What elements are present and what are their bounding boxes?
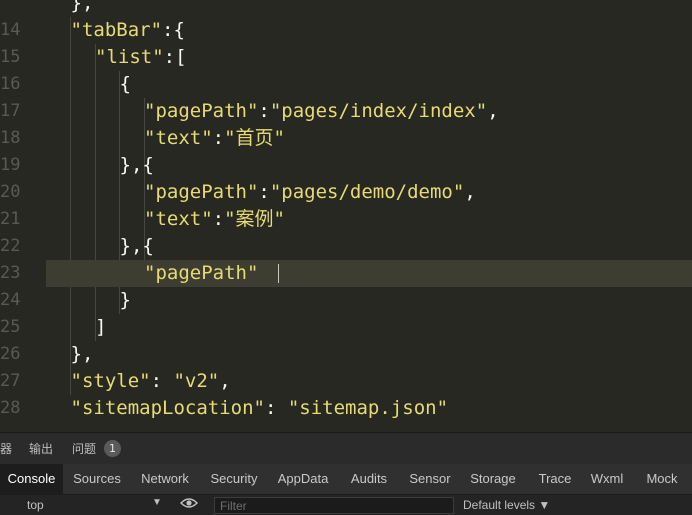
line-number: 26 (0, 344, 20, 364)
string-token: "sitemapLocation" (70, 397, 265, 419)
code-line[interactable]: "pagePath":"pages/demo/demo", (46, 179, 692, 206)
code-line[interactable]: }, (46, 341, 692, 368)
text-cursor (278, 264, 279, 283)
code-line[interactable]: },{ (46, 233, 692, 260)
string-token: "pagePath" (144, 181, 259, 203)
tab-output[interactable]: 输出 (29, 440, 53, 457)
string-token: "pagePath" (144, 100, 259, 122)
string-token: "案例" (224, 208, 285, 230)
string-token: "pages/index/index" (269, 100, 488, 122)
line-number: 25 (0, 317, 20, 337)
code-line[interactable]: "sitemapLocation": "sitemap.json" (46, 395, 692, 422)
line-number: 19 (0, 155, 20, 175)
tab-audits[interactable]: Audits (344, 464, 394, 494)
panel-tab-bar: 器 输出 问题 1 (0, 432, 692, 465)
code-editor[interactable]: 14 15 16 17 18 19 20 21 22 23 24 25 26 27 28}, "tabBar"… (0, 0, 692, 432)
tab-console[interactable]: Console (0, 464, 63, 494)
tab-mock[interactable]: Mock (637, 464, 687, 494)
string-token: "v2" (173, 370, 220, 392)
string-token: "pagePath" (144, 262, 259, 284)
line-number: 17 (0, 101, 20, 121)
filter-input[interactable]: Filter (214, 497, 454, 514)
tab-wxml[interactable]: Wxml (583, 464, 631, 494)
string-token: "style" (70, 370, 151, 392)
code-line[interactable]: "list":[ (46, 44, 692, 71)
tab-debugger[interactable]: 器 (0, 440, 12, 457)
tab-storage[interactable]: Storage (464, 464, 522, 494)
tab-appdata[interactable]: AppData (272, 464, 334, 494)
punctuation-token: }, (70, 0, 94, 14)
string-token: "text" (144, 208, 213, 230)
tab-sensor[interactable]: Sensor (403, 464, 457, 494)
code-line[interactable]: "pagePath":"pages/index/index", (46, 98, 692, 125)
console-toolbar: top ▼ Filter Default levels ▼ (0, 495, 692, 515)
punctuation-token: : (150, 370, 174, 392)
tab-sources[interactable]: Sources (66, 464, 128, 494)
problems-count-badge: 1 (104, 440, 121, 457)
line-number: 23 (0, 263, 20, 283)
punctuation-token: : (264, 397, 288, 419)
line-number: 27 (0, 371, 20, 391)
punctuation-token: }, (70, 343, 94, 365)
code-line[interactable]: "style": "v2", (46, 368, 692, 395)
devtools-tab-bar: Console Sources Network Security AppData Audi… (0, 464, 692, 495)
line-number: 24 (0, 290, 20, 310)
line-number: 18 (0, 128, 20, 148)
eye-icon[interactable] (179, 496, 199, 513)
punctuation-token: } (119, 289, 131, 311)
punctuation-token: : (258, 181, 270, 203)
string-token: "pages/demo/demo" (269, 181, 465, 203)
punctuation-token: , (464, 181, 476, 203)
punctuation-token: : (212, 208, 225, 230)
punctuation-token: ] (95, 316, 107, 338)
code-line[interactable]: },{ (46, 152, 692, 179)
code-line[interactable]: }, (46, 0, 692, 17)
punctuation-token: { (119, 73, 131, 95)
code-line[interactable]: ] (46, 314, 692, 341)
line-number: 15 (0, 47, 20, 67)
line-number: 22 (0, 236, 20, 256)
chevron-down-icon[interactable]: ▼ (152, 497, 162, 508)
code-line[interactable]: "tabBar":{ (46, 17, 692, 44)
punctuation-token: , (219, 370, 231, 392)
code-line[interactable]: "text":"首页" (46, 125, 692, 152)
code-line[interactable]: "text":"案例" (46, 206, 692, 233)
code-line[interactable]: "pagePath" (46, 260, 692, 287)
code-line[interactable]: { (46, 71, 692, 98)
string-token: "tabBar" (70, 19, 163, 41)
tab-security[interactable]: Security (203, 464, 265, 494)
punctuation-token: :[ (163, 46, 187, 68)
tab-trace[interactable]: Trace (531, 464, 579, 494)
line-number: 16 (0, 74, 20, 94)
line-number: 21 (0, 209, 20, 229)
tab-problems[interactable]: 问题 (72, 440, 96, 457)
punctuation-token: : (212, 127, 225, 149)
string-token: "list" (95, 46, 164, 68)
line-number: 28 (0, 398, 20, 418)
line-number: 14 (0, 20, 20, 40)
tab-network[interactable]: Network (134, 464, 196, 494)
string-token: "sitemap.json" (287, 397, 449, 419)
line-number (0, 0, 20, 17)
context-select[interactable]: top (27, 498, 44, 512)
string-token: "首页" (224, 127, 285, 149)
punctuation-token: , (487, 100, 499, 122)
string-token: "text" (144, 127, 213, 149)
default-levels-select[interactable]: Default levels ▼ (463, 498, 550, 512)
punctuation-token: :{ (162, 19, 185, 41)
line-number: 20 (0, 182, 20, 202)
code-line[interactable]: } (46, 287, 692, 314)
punctuation-token: },{ (119, 235, 154, 257)
punctuation-token: },{ (119, 154, 154, 176)
punctuation-token: : (258, 100, 270, 122)
